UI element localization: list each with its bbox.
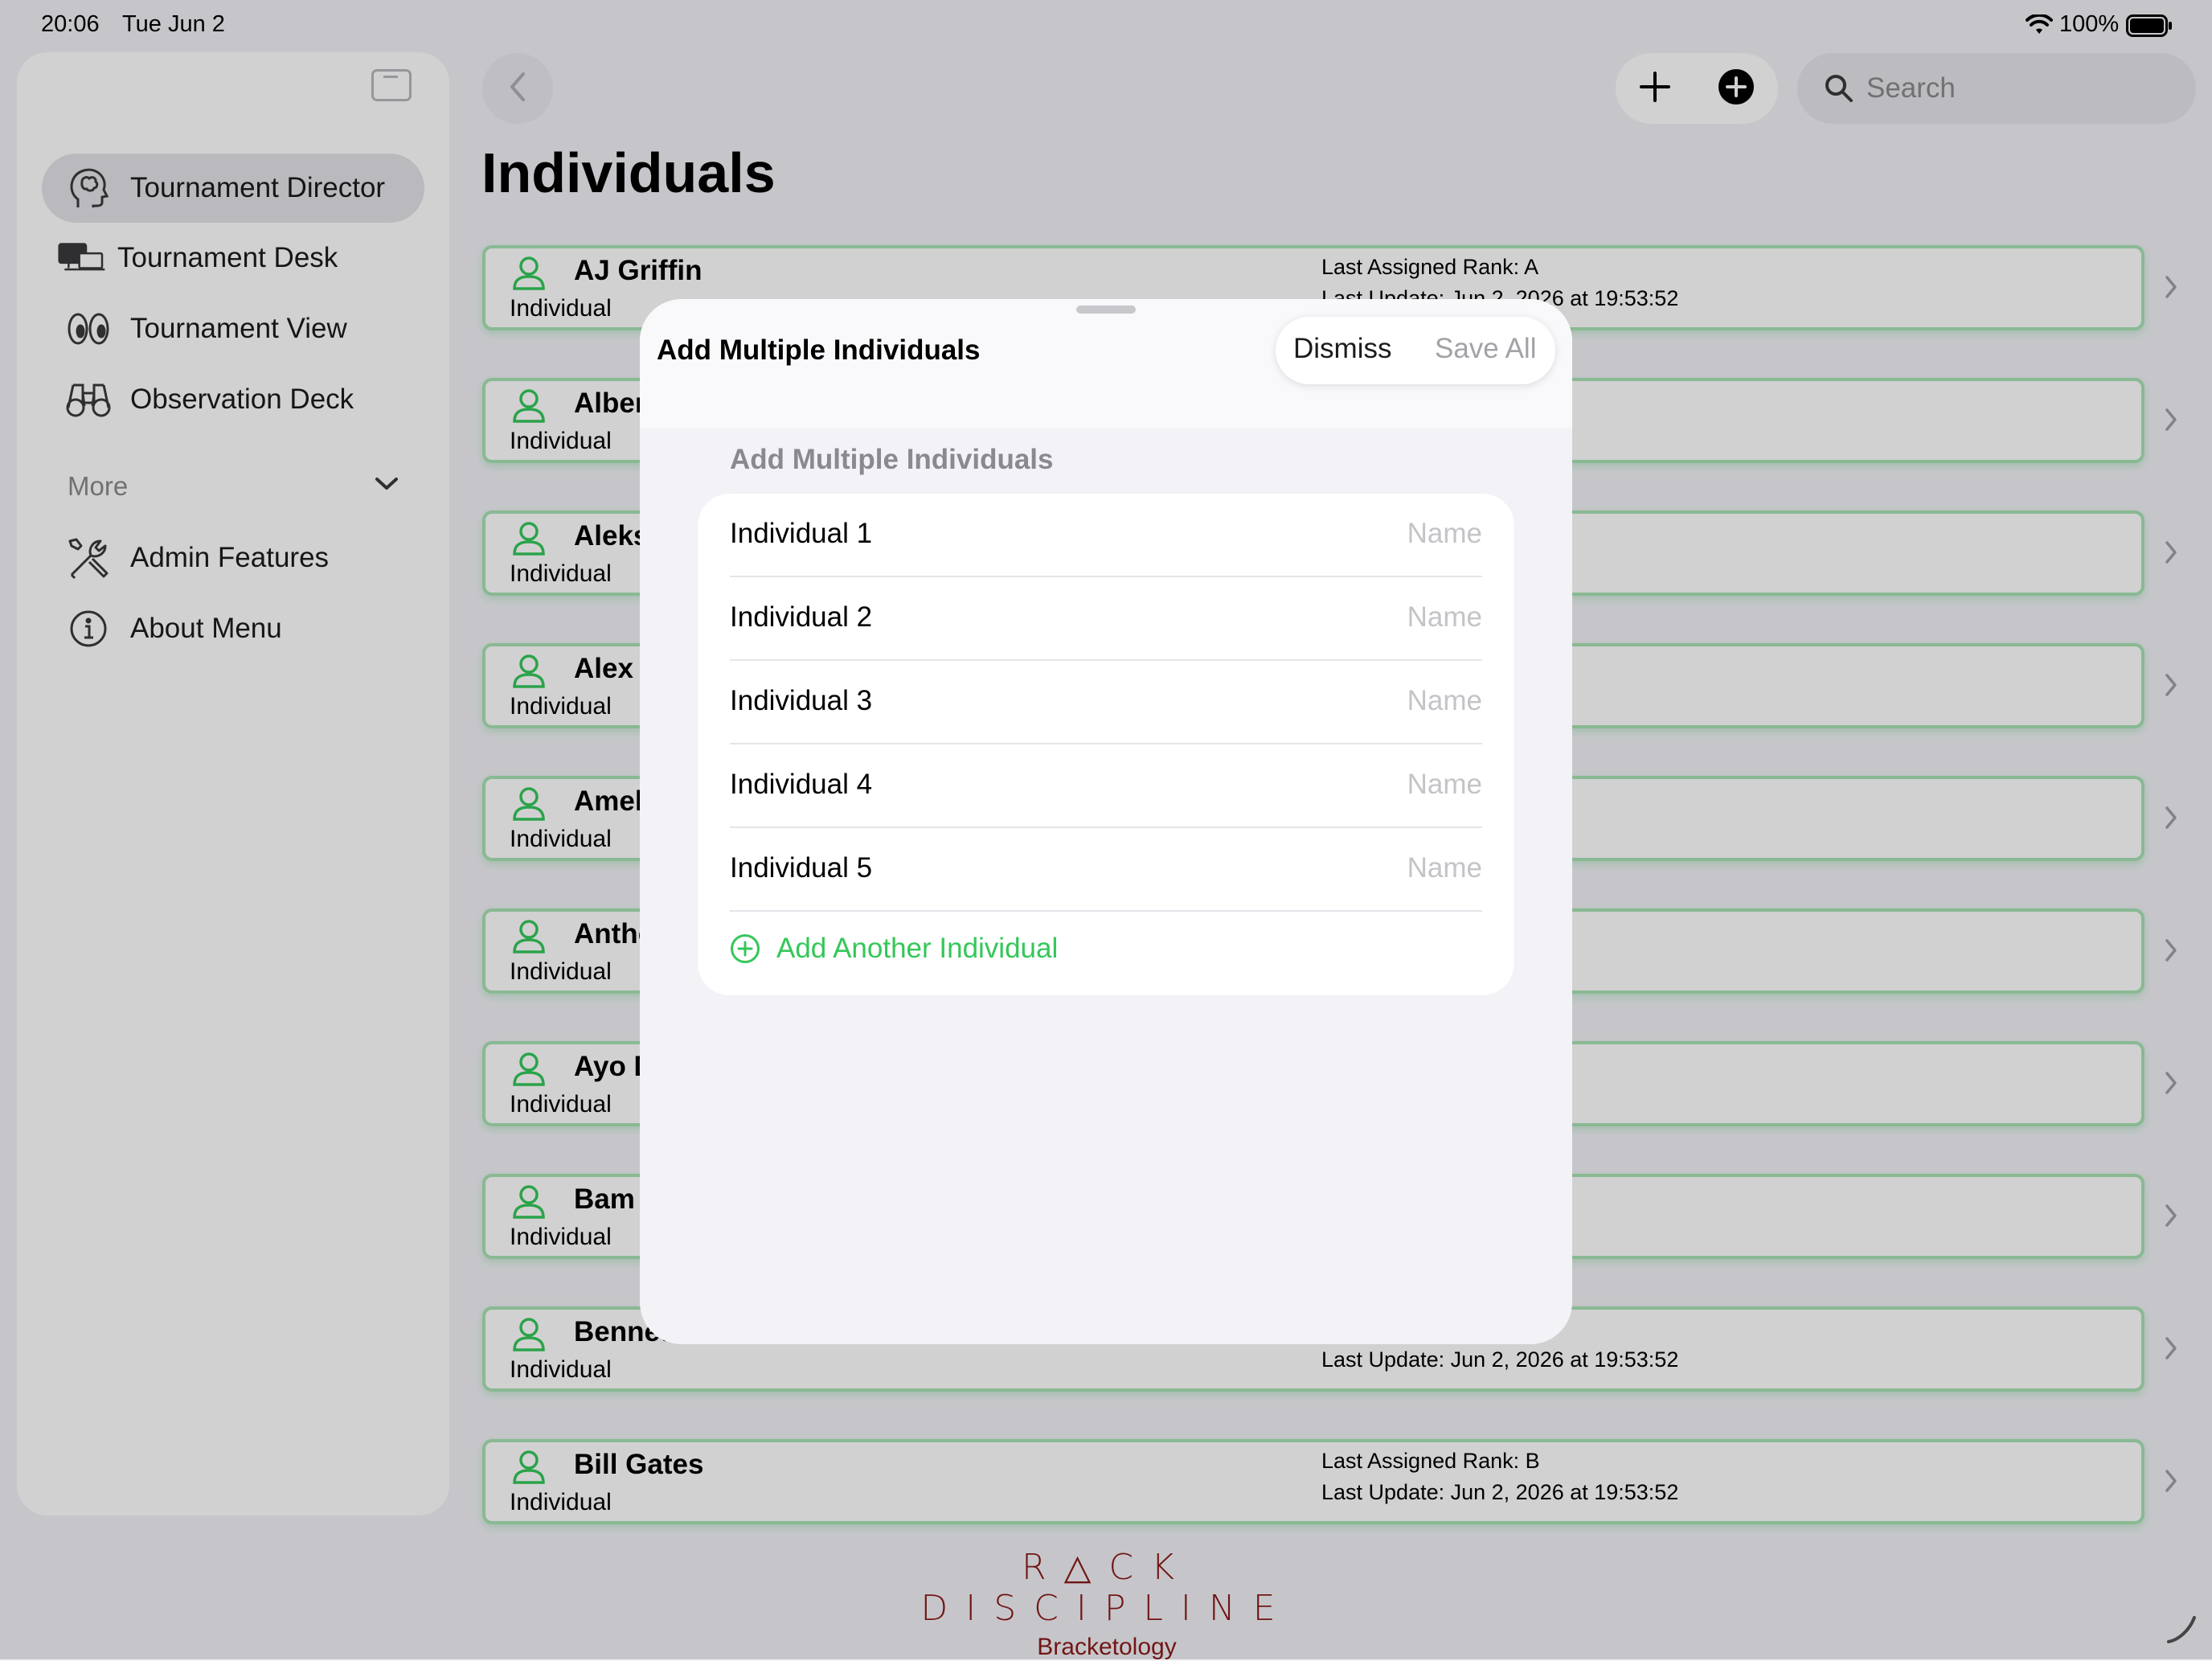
sheet-actions: Dismiss Save All <box>1276 317 1555 384</box>
individual-field-label: Individual 3 <box>730 685 873 716</box>
add-another-individual-button[interactable]: Add Another Individual <box>730 933 1058 965</box>
individual-field-row: Individual 4 <box>730 744 1482 828</box>
row-separator <box>730 910 1482 912</box>
individuals-form-card: Individual 1 Individual 2 Individual 3 I… <box>698 494 1514 995</box>
add-multiple-individuals-sheet: Add Multiple Individuals Dismiss Save Al… <box>640 299 1572 1344</box>
save-all-button[interactable]: Save All <box>1435 333 1536 365</box>
individual-field-label: Individual 5 <box>730 852 873 884</box>
name-input[interactable] <box>1064 679 1482 724</box>
name-input[interactable] <box>1064 846 1482 891</box>
sheet-grabber[interactable] <box>1076 306 1136 314</box>
name-input[interactable] <box>1064 511 1482 556</box>
name-input[interactable] <box>1064 595 1482 640</box>
name-input[interactable] <box>1064 762 1482 807</box>
individual-field-label: Individual 4 <box>730 769 873 800</box>
individual-field-row: Individual 5 <box>730 828 1482 912</box>
dismiss-button[interactable]: Dismiss <box>1293 333 1391 365</box>
sheet-title: Add Multiple Individuals <box>657 334 981 366</box>
individual-field-row: Individual 1 <box>730 494 1482 577</box>
section-header: Add Multiple Individuals <box>730 444 1054 475</box>
plus-circle-icon <box>730 933 760 964</box>
individual-field-row: Individual 3 <box>730 661 1482 744</box>
add-another-label: Add Another Individual <box>776 933 1059 964</box>
individual-field-label: Individual 2 <box>730 601 873 633</box>
individual-field-row: Individual 2 <box>730 577 1482 661</box>
individual-field-label: Individual 1 <box>730 518 873 549</box>
